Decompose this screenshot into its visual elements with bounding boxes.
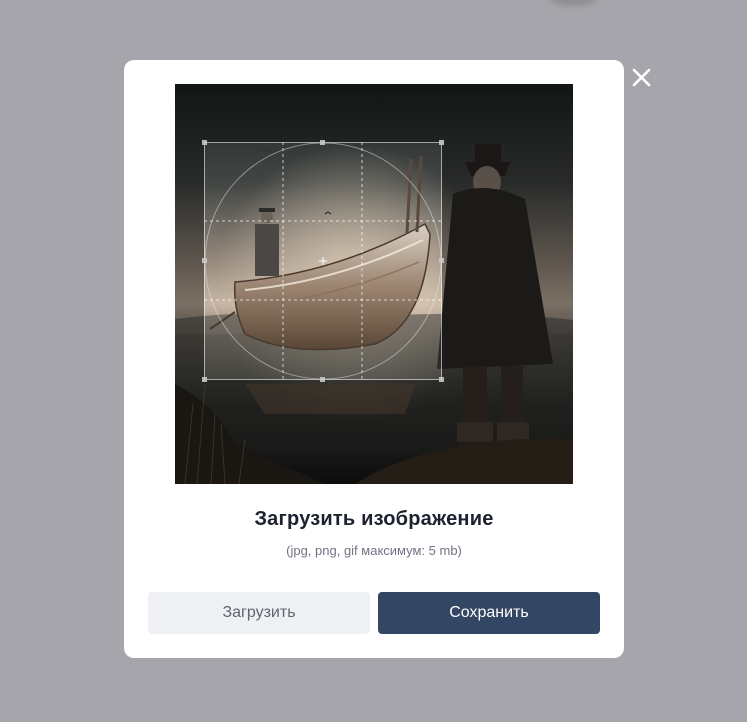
image-preview: [175, 84, 573, 484]
crop-handle-nw[interactable]: [202, 140, 207, 145]
close-icon: [632, 68, 651, 87]
crop-handle-n[interactable]: [320, 140, 325, 145]
close-button[interactable]: [626, 62, 656, 92]
crop-grid: [204, 142, 442, 380]
crop-handle-w[interactable]: [202, 258, 207, 263]
upload-image-dialog: Загрузить изображение (jpg, png, gif мак…: [124, 60, 624, 658]
file-requirements-text: (jpg, png, gif максимум: 5 mb): [286, 543, 462, 558]
dialog-title: Загрузить изображение: [254, 508, 494, 530]
crop-handle-sw[interactable]: [202, 377, 207, 382]
crop-handle-se[interactable]: [439, 377, 444, 382]
crop-area[interactable]: [202, 140, 444, 382]
upload-button[interactable]: Загрузить: [148, 592, 370, 634]
crop-handle-s[interactable]: [320, 377, 325, 382]
save-button[interactable]: Сохранить: [378, 592, 600, 634]
crop-handle-ne[interactable]: [439, 140, 444, 145]
crop-handle-e[interactable]: [439, 258, 444, 263]
